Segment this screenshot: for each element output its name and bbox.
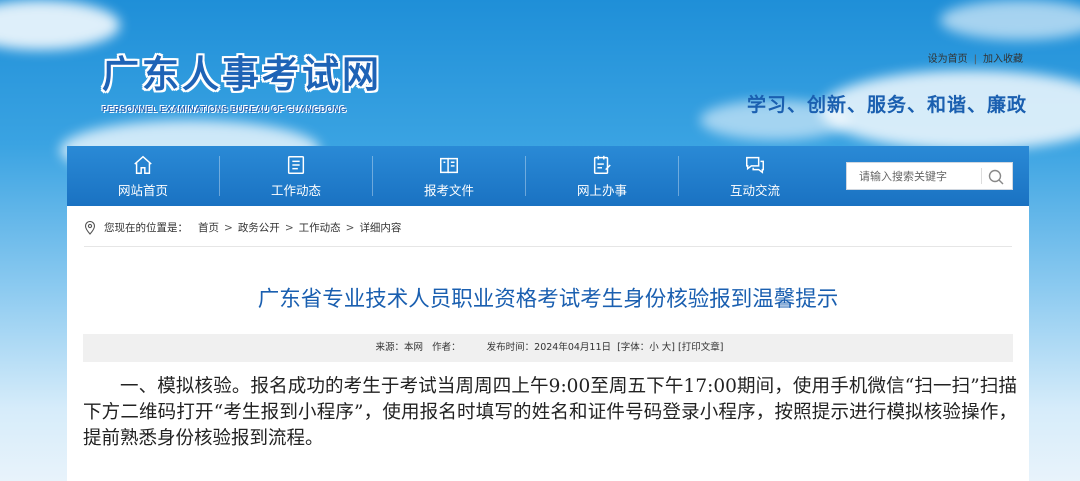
- nav-label: 报考文件: [423, 183, 474, 198]
- top-links-separator: |: [973, 54, 977, 65]
- location-pin-icon: [84, 220, 96, 235]
- chat-icon: [746, 156, 764, 174]
- logo-english-title: PERSONNEL EXAMINATIONS BUREAU OF GUANGDO…: [102, 104, 347, 114]
- nav-item-documents[interactable]: 报考文件: [373, 146, 525, 206]
- breadcrumb-arrow: >: [224, 221, 233, 234]
- nav-label: 互动交流: [729, 183, 780, 198]
- clipboard-icon: [593, 155, 611, 174]
- font-size-toggle[interactable]: [字体：小 大]: [617, 342, 675, 353]
- nav-item-interaction[interactable]: 互动交流: [679, 146, 831, 206]
- search-icon[interactable]: [986, 167, 1006, 187]
- site-slogan: 学习、创新、服务、和谐、廉政: [746, 94, 1027, 116]
- breadcrumb-arrow: >: [284, 221, 294, 234]
- content-panel: 您现在的位置是： 首页 > 政务公开 > 工作动态 > 详细内容 广东省专业技术…: [67, 206, 1029, 481]
- search-box: [846, 162, 1013, 190]
- breadcrumb-prefix: 您现在的位置是：: [104, 222, 188, 234]
- logo-chinese-title: 广东人事考试网: [102, 53, 382, 96]
- add-favorite-link[interactable]: 加入收藏: [983, 54, 1023, 65]
- cloud-decoration: [940, 0, 1080, 40]
- breadcrumb-item-government[interactable]: 政务公开: [238, 220, 280, 235]
- article-title: 广东省专业技术人员职业资格考试考生身份核验报到温馨提示: [257, 287, 839, 312]
- home-icon: [134, 155, 152, 174]
- article-meta: 来源：本网 作者： 发布时间：2024年04月11日 [字体：小 大] [打印文…: [83, 334, 1013, 362]
- nav-item-home[interactable]: 网站首页: [67, 146, 219, 206]
- breadcrumb-divider: [84, 246, 1012, 247]
- site-logo[interactable]: 广东人事考试网 PERSONNEL EXAMINATIONS BUREAU OF…: [102, 44, 382, 114]
- meta-source: 来源：本网: [375, 342, 424, 353]
- breadcrumb-item-news[interactable]: 工作动态: [299, 220, 341, 235]
- top-links: 设为首页 | 加入收藏: [928, 50, 1023, 65]
- document-icon: [440, 157, 458, 174]
- breadcrumb-item-home[interactable]: 首页: [198, 220, 219, 235]
- meta-author: 作者：: [432, 342, 461, 353]
- breadcrumb: 您现在的位置是： 首页 > 政务公开 > 工作动态 > 详细内容: [84, 220, 401, 235]
- breadcrumb-arrow: >: [345, 221, 355, 234]
- news-icon: [287, 156, 305, 174]
- search-input[interactable]: [847, 163, 983, 189]
- main-nav: 网站首页 工作动态 报考文件 网上办事 互动交流: [67, 146, 1029, 206]
- set-homepage-link[interactable]: 设为首页: [928, 54, 968, 65]
- print-article-link[interactable]: [打印文章]: [678, 342, 723, 353]
- search-separator: [981, 168, 982, 184]
- meta-date: 发布时间：2024年04月11日: [486, 342, 612, 353]
- nav-item-online-services[interactable]: 网上办事: [526, 146, 678, 206]
- cloud-decoration: [0, 0, 120, 50]
- nav-label: 网站首页: [117, 183, 168, 198]
- nav-label: 网上办事: [576, 183, 627, 198]
- nav-item-news[interactable]: 工作动态: [220, 146, 372, 206]
- nav-label: 工作动态: [270, 183, 321, 198]
- breadcrumb-item-current: 详细内容: [359, 222, 402, 234]
- article-body: 一、模拟核验。报名成功的考生于考试当周周四上午9:00至周五下午17:00期间，…: [83, 376, 1017, 449]
